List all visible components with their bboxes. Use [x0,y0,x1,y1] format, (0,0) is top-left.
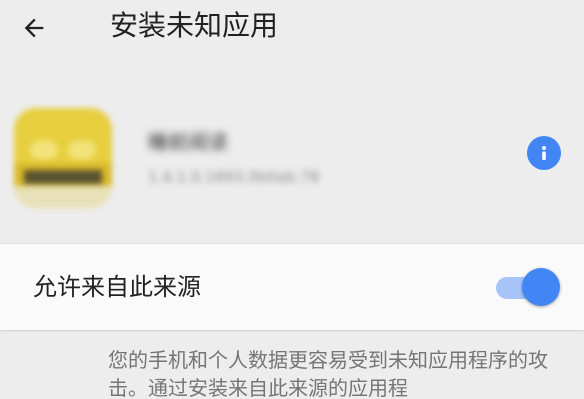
app-header: 睡前阅读 1.4.1.0.1893.0b0ab.78 [0,96,584,226]
allow-source-switch[interactable] [496,268,562,306]
back-button[interactable] [10,6,58,50]
switch-thumb [522,268,560,306]
toolbar: 安装未知应用 [0,0,584,56]
info-icon [542,146,546,160]
page-title: 安装未知应用 [110,9,279,42]
allow-source-setting[interactable]: 允许来自此来源 [0,244,584,330]
app-icon [14,108,112,208]
app-name: 睡前阅读 [148,130,228,154]
app-info-button[interactable] [527,136,561,170]
allow-source-label: 允许来自此来源 [33,273,201,301]
arrow-left-icon [24,18,44,38]
security-warning-text: 您的手机和个人数据更容易受到未知应用程序的攻击。通过安装来自此来源的应用程 [108,348,548,399]
install-unknown-apps-screen: 安装未知应用 睡前阅读 1.4.1.0.1893.0b0ab.78 允许来自此来… [0,0,584,399]
app-version: 1.4.1.0.1893.0b0ab.78 [148,168,320,186]
